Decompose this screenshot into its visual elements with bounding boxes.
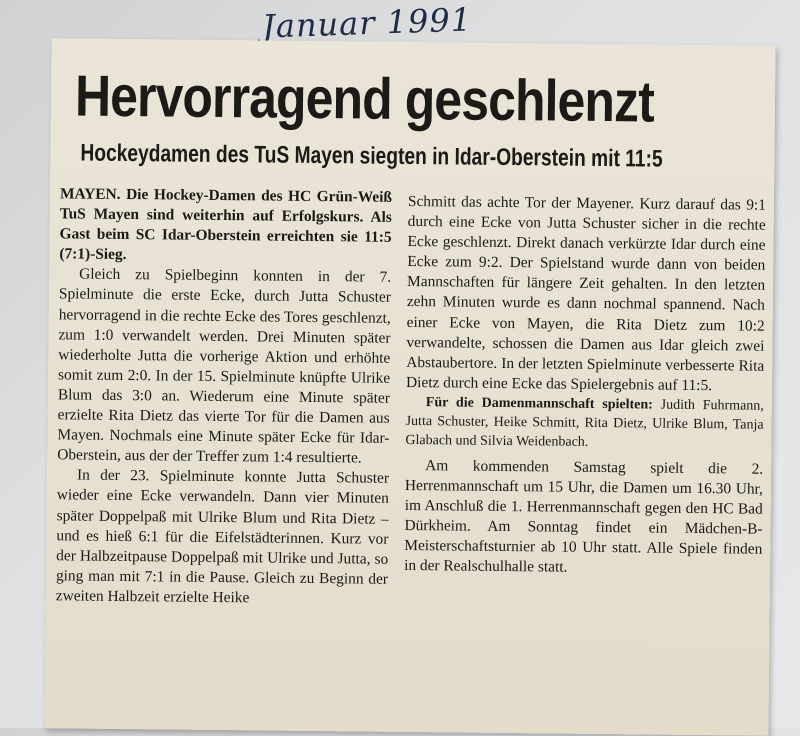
roster-label: Für die Damenmannschaft spielten: <box>425 395 653 413</box>
article-column-left: MAYEN. Die Hockey-Damen des HC Grün-Weiß… <box>56 184 392 609</box>
article-paragraph-4: Am kommenden Samstag spielt die 2. Herre… <box>404 457 764 577</box>
newspaper-clipping: Hervorragend geschlenzt Hockeydamen des … <box>44 38 776 736</box>
article-subheadline: Hockeydamen des TuS Mayen siegten in Ida… <box>80 139 663 173</box>
article-paragraph-2: In der 23. Spielminute konnte Jutta Schu… <box>55 466 390 607</box>
article-column-right: Schmitt das achte Tor der Mayener. Kurz … <box>404 192 766 580</box>
article-paragraph-3: Schmitt das achte Tor der Mayener. Kurz … <box>405 192 767 395</box>
team-roster: Für die Damenmannschaft spielten: Judith… <box>405 393 764 454</box>
handwritten-date-note: Januar 1991 <box>261 0 473 46</box>
article-headline: Hervorragend geschlenzt <box>74 63 655 135</box>
article-paragraph-1: Gleich zu Spielbeginn konnten in der 7. … <box>57 265 392 467</box>
article-lead: MAYEN. Die Hockey-Damen des HC Grün-Weiß… <box>59 185 393 264</box>
